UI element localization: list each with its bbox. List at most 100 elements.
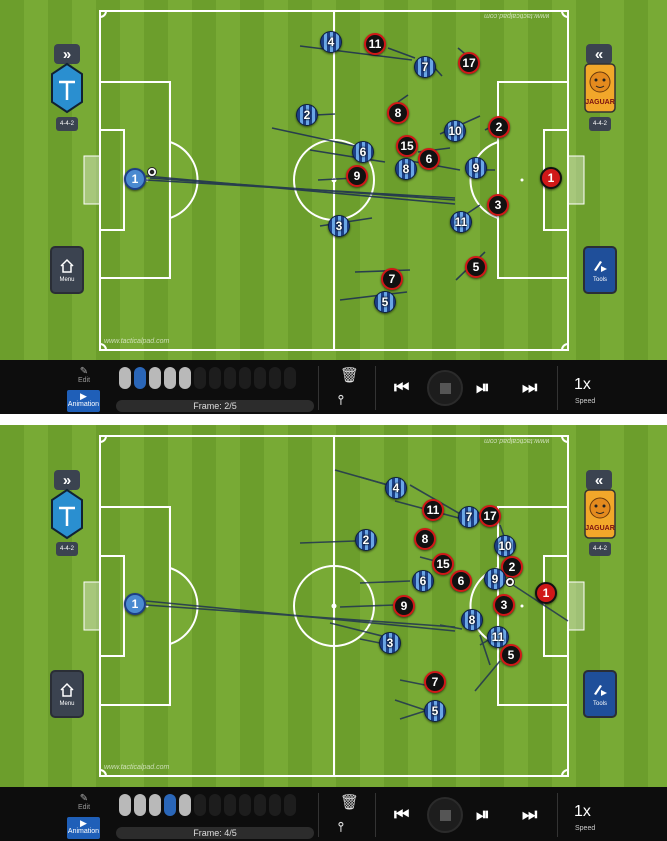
player-blue-8[interactable]: 8: [395, 158, 417, 180]
tools-button[interactable]: Tools: [583, 246, 617, 294]
away-formation-button[interactable]: 4-4-2: [589, 117, 611, 131]
player-red-1[interactable]: 1: [540, 167, 562, 189]
menu-button[interactable]: Menu: [50, 670, 84, 718]
player-blue-10[interactable]: 10: [494, 535, 516, 557]
frame-slot[interactable]: [134, 794, 146, 816]
frame-slot-empty[interactable]: [239, 367, 251, 389]
player-blue-2[interactable]: 2: [296, 104, 318, 126]
frame-slot-empty[interactable]: [209, 367, 221, 389]
player-blue-10[interactable]: 10: [444, 120, 466, 142]
player-red-15[interactable]: 15: [396, 135, 418, 157]
skip-forward-icon[interactable]: ⏭: [522, 378, 537, 398]
player-red-5[interactable]: 5: [500, 644, 522, 666]
home-formation-button[interactable]: 4-4-2: [56, 542, 78, 556]
frame-slot-empty[interactable]: [269, 367, 281, 389]
skip-back-icon[interactable]: ⏮: [394, 378, 409, 398]
animation-button[interactable]: ▶ Animation: [67, 390, 100, 412]
player-red-6[interactable]: 6: [418, 148, 440, 170]
player-blue-6[interactable]: 6: [352, 141, 374, 163]
player-red-7[interactable]: 7: [424, 671, 446, 693]
away-formation-button[interactable]: 4-4-2: [589, 542, 611, 556]
frame-slot-empty[interactable]: [284, 367, 296, 389]
player-red-11[interactable]: 11: [364, 33, 386, 55]
player-blue-1[interactable]: 1: [124, 168, 146, 190]
frame-slot[interactable]: [164, 367, 176, 389]
player-blue-7[interactable]: 7: [458, 506, 480, 528]
player-red-8[interactable]: 8: [387, 102, 409, 124]
edit-button[interactable]: ✎ Edit: [72, 366, 96, 384]
player-blue-9[interactable]: 9: [465, 157, 487, 179]
player-blue-3[interactable]: 3: [379, 632, 401, 654]
player-blue-7[interactable]: 7: [414, 56, 436, 78]
tools-button[interactable]: Tools: [583, 670, 617, 718]
player-blue-3[interactable]: 3: [328, 215, 350, 237]
ball[interactable]: [505, 577, 515, 587]
player-red-15[interactable]: 15: [432, 553, 454, 575]
frame-slot[interactable]: [119, 367, 131, 389]
stop-button[interactable]: [427, 797, 463, 833]
trash-icon[interactable]: 🗑: [340, 793, 359, 811]
player-blue-1[interactable]: 1: [124, 593, 146, 615]
collapse-right-button[interactable]: «: [586, 470, 612, 490]
frame-slot-empty[interactable]: [254, 367, 266, 389]
ball[interactable]: [147, 167, 157, 177]
skip-back-icon[interactable]: ⏮: [394, 805, 409, 825]
player-blue-4[interactable]: 4: [320, 31, 342, 53]
home-team-logo[interactable]: [50, 62, 84, 114]
menu-button[interactable]: Menu: [50, 246, 84, 294]
frame-slot[interactable]: [149, 794, 161, 816]
player-blue-2[interactable]: 2: [355, 529, 377, 551]
player-red-3[interactable]: 3: [493, 594, 515, 616]
collapse-left-button[interactable]: »: [54, 44, 80, 64]
trash-icon[interactable]: 🗑: [340, 366, 359, 384]
frame-slot-empty[interactable]: [284, 794, 296, 816]
player-red-9[interactable]: 9: [393, 595, 415, 617]
player-red-6[interactable]: 6: [450, 570, 472, 592]
speed-value[interactable]: 1x: [574, 803, 591, 821]
edit-button[interactable]: ✎ Edit: [72, 793, 96, 811]
play-pause-icon[interactable]: ⏯: [476, 805, 490, 825]
frame-slot-empty[interactable]: [194, 367, 206, 389]
away-team-logo[interactable]: JAGUAR: [583, 62, 617, 114]
frame-slot[interactable]: [179, 794, 191, 816]
play-pause-icon[interactable]: ⏯: [476, 378, 490, 398]
player-red-11[interactable]: 11: [422, 499, 444, 521]
player-blue-5[interactable]: 5: [424, 700, 446, 722]
frame-slot-empty[interactable]: [224, 367, 236, 389]
speed-value[interactable]: 1x: [574, 376, 591, 394]
player-red-5[interactable]: 5: [465, 256, 487, 278]
frame-slot[interactable]: [149, 367, 161, 389]
player-blue-6[interactable]: 6: [412, 570, 434, 592]
hierarchy-icon[interactable]: ⫯: [338, 819, 344, 835]
away-team-logo[interactable]: JAGUAR: [583, 488, 617, 540]
frame-slot-empty[interactable]: [254, 794, 266, 816]
stop-button[interactable]: [427, 370, 463, 406]
animation-button[interactable]: ▶ Animation: [67, 817, 100, 839]
home-team-logo[interactable]: [50, 488, 84, 540]
collapse-left-button[interactable]: »: [54, 470, 80, 490]
player-blue-5[interactable]: 5: [374, 291, 396, 313]
skip-forward-icon[interactable]: ⏭: [522, 805, 537, 825]
frame-slot-empty[interactable]: [194, 794, 206, 816]
frame-slot[interactable]: [119, 794, 131, 816]
frame-slot-empty[interactable]: [239, 794, 251, 816]
hierarchy-icon[interactable]: ⫯: [338, 392, 344, 408]
player-blue-4[interactable]: 4: [385, 477, 407, 499]
player-red-17[interactable]: 17: [479, 505, 501, 527]
frame-slot-empty[interactable]: [224, 794, 236, 816]
player-blue-9[interactable]: 9: [484, 568, 506, 590]
player-red-17[interactable]: 17: [458, 52, 480, 74]
frame-slot-empty[interactable]: [269, 794, 281, 816]
player-blue-11[interactable]: 11: [450, 211, 472, 233]
player-red-8[interactable]: 8: [414, 528, 436, 550]
player-red-9[interactable]: 9: [346, 165, 368, 187]
player-red-1[interactable]: 1: [535, 582, 557, 604]
frame-slot-active[interactable]: [164, 794, 176, 816]
collapse-right-button[interactable]: «: [586, 44, 612, 64]
player-blue-8[interactable]: 8: [461, 609, 483, 631]
player-red-3[interactable]: 3: [487, 194, 509, 216]
frame-slot-empty[interactable]: [209, 794, 221, 816]
player-red-7[interactable]: 7: [381, 268, 403, 290]
home-formation-button[interactable]: 4-4-2: [56, 117, 78, 131]
player-red-2[interactable]: 2: [488, 116, 510, 138]
